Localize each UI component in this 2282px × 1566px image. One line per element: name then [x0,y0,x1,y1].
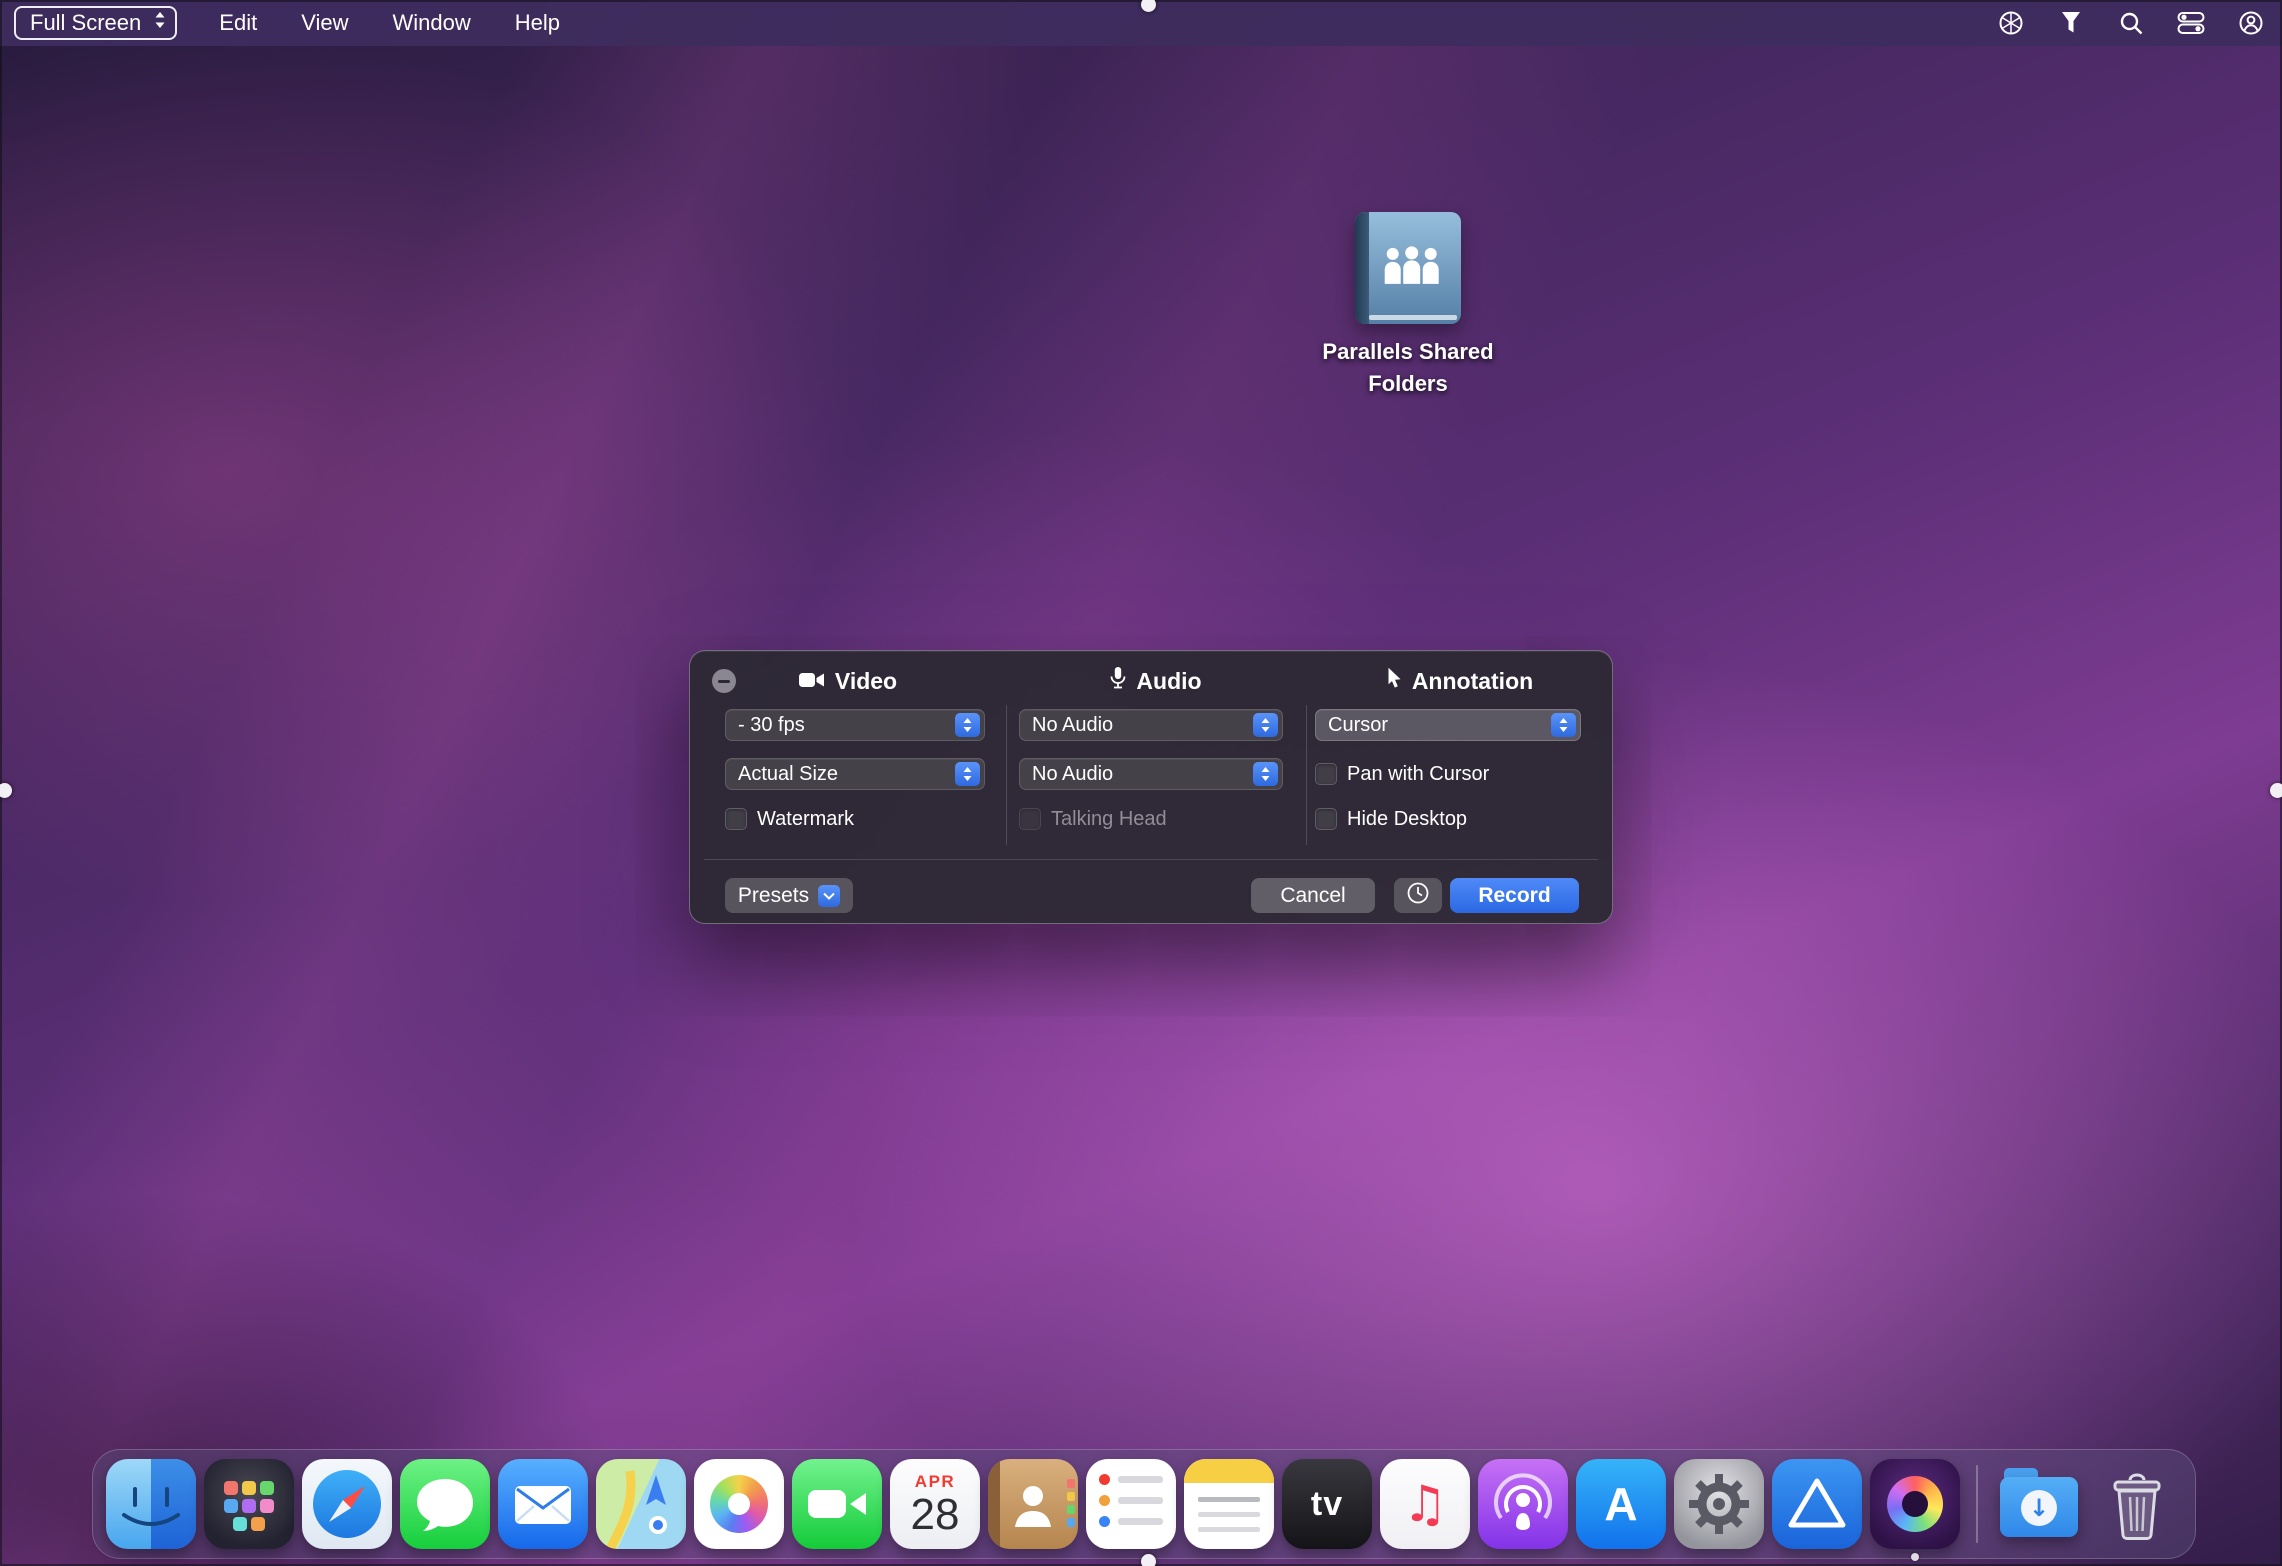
menu-help[interactable]: Help [493,0,582,46]
dock-apple-tv[interactable]: tv [1282,1459,1372,1549]
stepper-chevrons-icon [153,9,167,37]
cursor-icon [1387,667,1402,695]
dock-downloads[interactable]: ↓ [1994,1459,2084,1549]
annotation-mode-select[interactable]: Cursor [1315,709,1581,741]
account-icon[interactable] [2236,0,2266,46]
audio-source-2-select[interactable]: No Audio [1019,758,1283,790]
pan-with-cursor-checkbox[interactable]: Pan with Cursor [1315,761,1489,787]
appstore-logo: A [1604,1477,1637,1531]
updown-chevrons-icon [955,762,980,786]
fullscreen-selector[interactable]: Full Screen [14,6,177,40]
checkbox-box [1315,763,1337,785]
control-center-icon[interactable] [2176,0,2206,46]
three-people-icon [1381,245,1443,287]
talking-head-checkbox: Talking Head [1019,806,1167,832]
video-camera-icon [799,668,825,695]
dock-screenflow[interactable] [1870,1459,1960,1549]
chevron-down-icon [818,885,840,907]
dock-trash[interactable] [2092,1459,2182,1549]
dock: APR 28 tv ♫ [92,1449,2196,1559]
updown-chevrons-icon [1253,762,1278,786]
dock-launchpad[interactable] [204,1459,294,1549]
menu-items: Edit View Window Help [197,0,582,46]
record-button[interactable]: Record [1450,878,1579,913]
presets-button[interactable]: Presets [725,878,853,913]
calendar-day: 28 [911,1492,960,1538]
capture-size-select[interactable]: Actual Size [725,758,985,790]
desktop-icon-parallels-shared-folders[interactable]: Parallels Shared Folders [1288,212,1528,400]
cancel-button[interactable]: Cancel [1251,878,1375,913]
menu-window[interactable]: Window [371,0,493,46]
hide-desktop-checkbox[interactable]: Hide Desktop [1315,806,1467,832]
watermark-checkbox[interactable]: Watermark [725,806,854,832]
updown-chevrons-icon [1551,713,1576,737]
timer-button[interactable] [1394,878,1442,913]
dock-separator [1976,1465,1978,1543]
checkbox-box [725,808,747,830]
funnel-icon[interactable] [2056,0,2086,46]
fullscreen-selector-label: Full Screen [30,10,141,36]
dock-notes[interactable] [1184,1459,1274,1549]
dock-app-store[interactable]: A [1576,1459,1666,1549]
screenflow-aperture-icon [1870,1459,1960,1549]
checkbox-box [1315,808,1337,830]
desktop-icon-label: Parallels Shared Folders [1288,336,1528,400]
framerate-select[interactable]: - 30 fps [725,709,985,741]
status-menu-icons [1996,0,2266,46]
record-config-dialog: Video Audio Annotation - 30 fps Actual S… [689,650,1613,924]
tv-logo: tv [1311,1485,1343,1524]
shared-folders-book-icon [1355,212,1461,324]
dock-podcasts[interactable] [1478,1459,1568,1549]
dock-mail[interactable] [498,1459,588,1549]
clock-icon [1406,881,1430,911]
annotation-section-title: Annotation [1306,666,1614,696]
menu-edit[interactable]: Edit [197,0,279,46]
dock-parallels-desktop[interactable] [1772,1459,1862,1549]
updown-chevrons-icon [1253,713,1278,737]
column-divider [1306,705,1307,845]
footer-divider [704,859,1598,860]
dock-maps[interactable] [596,1459,686,1549]
download-arrow-icon: ↓ [2021,1490,2057,1526]
dock-safari[interactable] [302,1459,392,1549]
running-indicator-dot [1911,1553,1919,1561]
checkbox-box [1019,808,1041,830]
menu-view[interactable]: View [279,0,370,46]
dock-reminders[interactable] [1086,1459,1176,1549]
selection-handle-bottom[interactable] [1141,1554,1156,1566]
calendar-month: APR [915,1472,955,1492]
photos-pinwheel-icon [710,1475,768,1533]
dock-calendar[interactable]: APR 28 [890,1459,980,1549]
desktop-screen: Full Screen Edit View Window Help [0,0,2282,1566]
dock-contacts[interactable] [988,1459,1078,1549]
audio-section-title: Audio [1006,666,1306,696]
search-icon[interactable] [2116,0,2146,46]
dock-facetime[interactable] [792,1459,882,1549]
music-note-icon: ♫ [1403,1475,1448,1533]
updown-chevrons-icon [955,713,980,737]
dock-messages[interactable] [400,1459,490,1549]
dock-system-settings[interactable] [1674,1459,1764,1549]
selection-handle-right[interactable] [2270,783,2282,798]
dock-photos[interactable] [694,1459,784,1549]
video-section-title: Video [690,666,1006,696]
microphone-icon [1110,666,1126,696]
aperture-icon[interactable] [1996,0,2026,46]
dock-music[interactable]: ♫ [1380,1459,1470,1549]
column-divider [1006,705,1007,845]
audio-source-1-select[interactable]: No Audio [1019,709,1283,741]
dock-finder[interactable] [106,1459,196,1549]
